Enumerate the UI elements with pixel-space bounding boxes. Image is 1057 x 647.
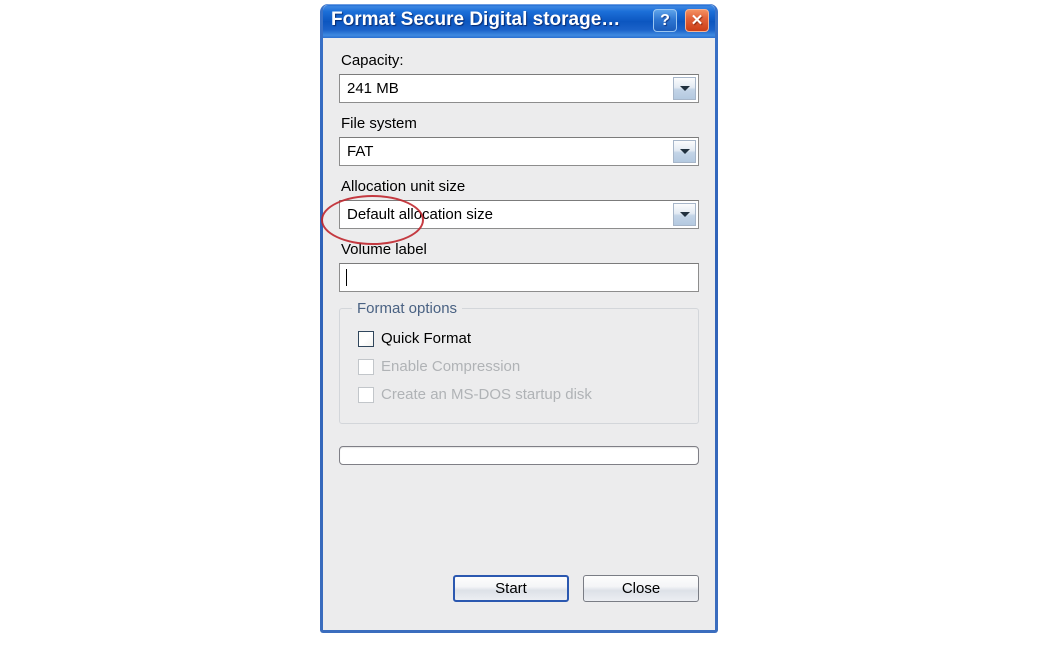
create-msdos-startup-disk-checkbox: [358, 387, 374, 403]
window-title: Format Secure Digital storage…: [331, 9, 621, 30]
checkbox-row-create-msdos-startup-disk: Create an MS-DOS startup disk: [358, 381, 686, 409]
close-button[interactable]: ✕: [685, 9, 709, 32]
dialog-body: Capacity: 241 MB File system FAT Allocat…: [321, 38, 715, 630]
file-system-combobox[interactable]: FAT: [339, 137, 699, 166]
allocation-unit-size-field-group: Allocation unit size Default allocation …: [339, 178, 699, 229]
checkbox-row-quick-format[interactable]: Quick Format: [358, 325, 686, 353]
start-button[interactable]: Start: [453, 575, 569, 602]
allocation-unit-size-label: Allocation unit size: [341, 178, 466, 195]
format-dialog: Format Secure Digital storage… ? ✕ Capac…: [320, 4, 718, 633]
capacity-combobox[interactable]: 241 MB: [339, 74, 699, 103]
quick-format-label: Quick Format: [381, 330, 472, 347]
question-mark-icon: ?: [660, 12, 670, 29]
allocation-unit-size-value: Default allocation size: [347, 205, 493, 223]
file-system-field-group: File system FAT: [339, 115, 699, 166]
chevron-glyph: [679, 86, 690, 91]
file-system-value: FAT: [347, 142, 374, 160]
format-options-legend: Format options: [352, 300, 463, 318]
format-options-group: Format options Quick Format Enable Compr…: [339, 300, 699, 424]
file-system-label: File system: [341, 115, 417, 132]
checkbox-row-enable-compression: Enable Compression: [358, 353, 686, 381]
volume-label-input[interactable]: [339, 263, 699, 292]
title-bar[interactable]: Format Secure Digital storage… ? ✕: [323, 4, 715, 38]
enable-compression-checkbox: [358, 359, 374, 375]
allocation-unit-size-combobox[interactable]: Default allocation size: [339, 200, 699, 229]
enable-compression-label: Enable Compression: [381, 358, 521, 375]
progress-bar: [339, 446, 699, 465]
capacity-label: Capacity:: [341, 52, 404, 69]
button-row: Start Close: [453, 575, 699, 602]
chevron-glyph: [679, 212, 690, 217]
chevron-glyph: [679, 149, 690, 154]
close-icon: ✕: [690, 12, 704, 29]
close-dialog-button[interactable]: Close: [583, 575, 699, 602]
volume-label-field-group: Volume label: [339, 241, 699, 292]
chevron-down-icon[interactable]: [673, 77, 696, 100]
capacity-field-group: Capacity: 241 MB: [339, 52, 699, 103]
create-msdos-startup-disk-label: Create an MS-DOS startup disk: [381, 386, 592, 403]
text-caret: [346, 269, 347, 286]
quick-format-checkbox[interactable]: [358, 331, 374, 347]
help-button[interactable]: ?: [653, 9, 677, 32]
volume-label-label: Volume label: [341, 241, 427, 258]
chevron-down-icon[interactable]: [673, 140, 696, 163]
chevron-down-icon[interactable]: [673, 203, 696, 226]
capacity-value: 241 MB: [347, 79, 399, 97]
